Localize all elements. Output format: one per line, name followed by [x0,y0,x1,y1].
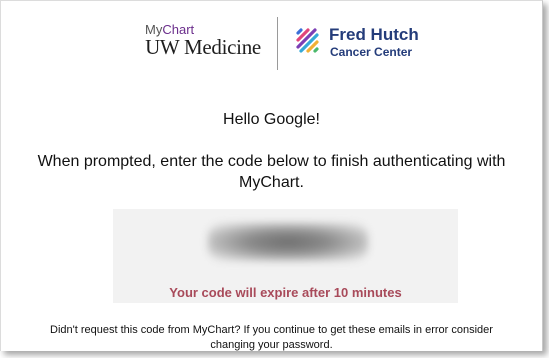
fred-hutch-subtitle: Cancer Center [330,45,413,59]
blurred-verification-code [208,223,368,261]
verification-code-box: Your code will expire after 10 minutes [113,209,458,303]
email-header: MyChart UW Medicine Fred Hutch Cancer Ce… [1,1,542,81]
code-expiration-notice: Your code will expire after 10 minutes [169,285,402,300]
security-footer-note: Didn't request this code from MyChart? I… [50,324,493,351]
fred-hutch-logo-icon [296,28,319,53]
fred-hutch-logo: Fred Hutch Cancer Center [291,25,461,65]
email-message-frame: MyChart UW Medicine Fred Hutch Cancer Ce… [0,0,543,351]
uw-medicine-mychart-logo: MyChart UW Medicine [143,23,263,58]
logo-divider [277,17,278,70]
instruction-text: When prompted, enter the code below to f… [37,153,506,191]
uw-medicine-wordmark: UW Medicine [145,35,261,59]
fred-hutch-name: Fred Hutch [329,25,419,44]
greeting-text: Hello Google! [223,111,320,128]
